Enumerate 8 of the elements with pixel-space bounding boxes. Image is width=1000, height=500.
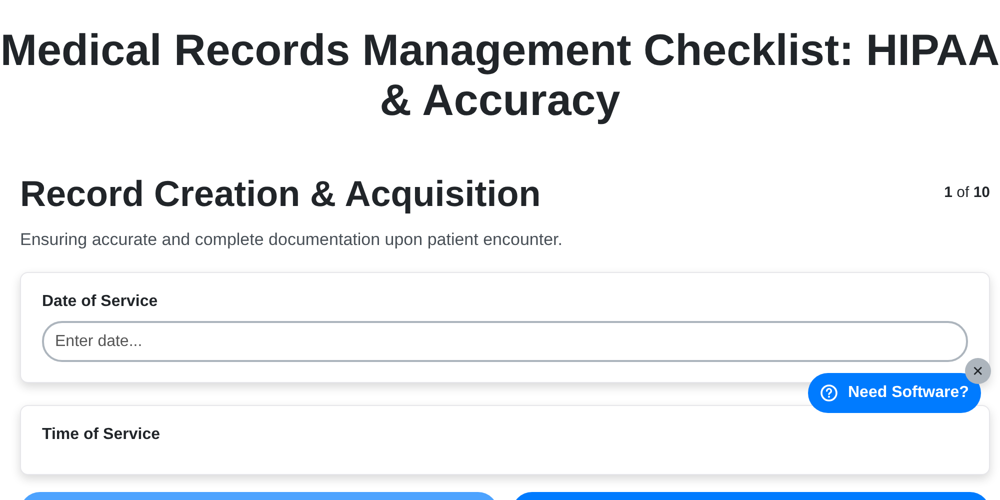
page-title: Medical Records Management Checklist: HIPAA & Accuracy	[0, 25, 1000, 126]
date-input-field[interactable]: Enter date...	[42, 321, 968, 362]
step-counter: 1 of 10	[944, 184, 990, 201]
section-heading: Record Creation & Acquisition	[20, 172, 541, 216]
question-icon	[820, 384, 838, 402]
field-label: Date of Service	[42, 293, 159, 311]
section-description: Ensuring accurate and complete documentation upon patient encounter.	[20, 230, 564, 250]
field-label: Time of Service	[42, 426, 161, 444]
